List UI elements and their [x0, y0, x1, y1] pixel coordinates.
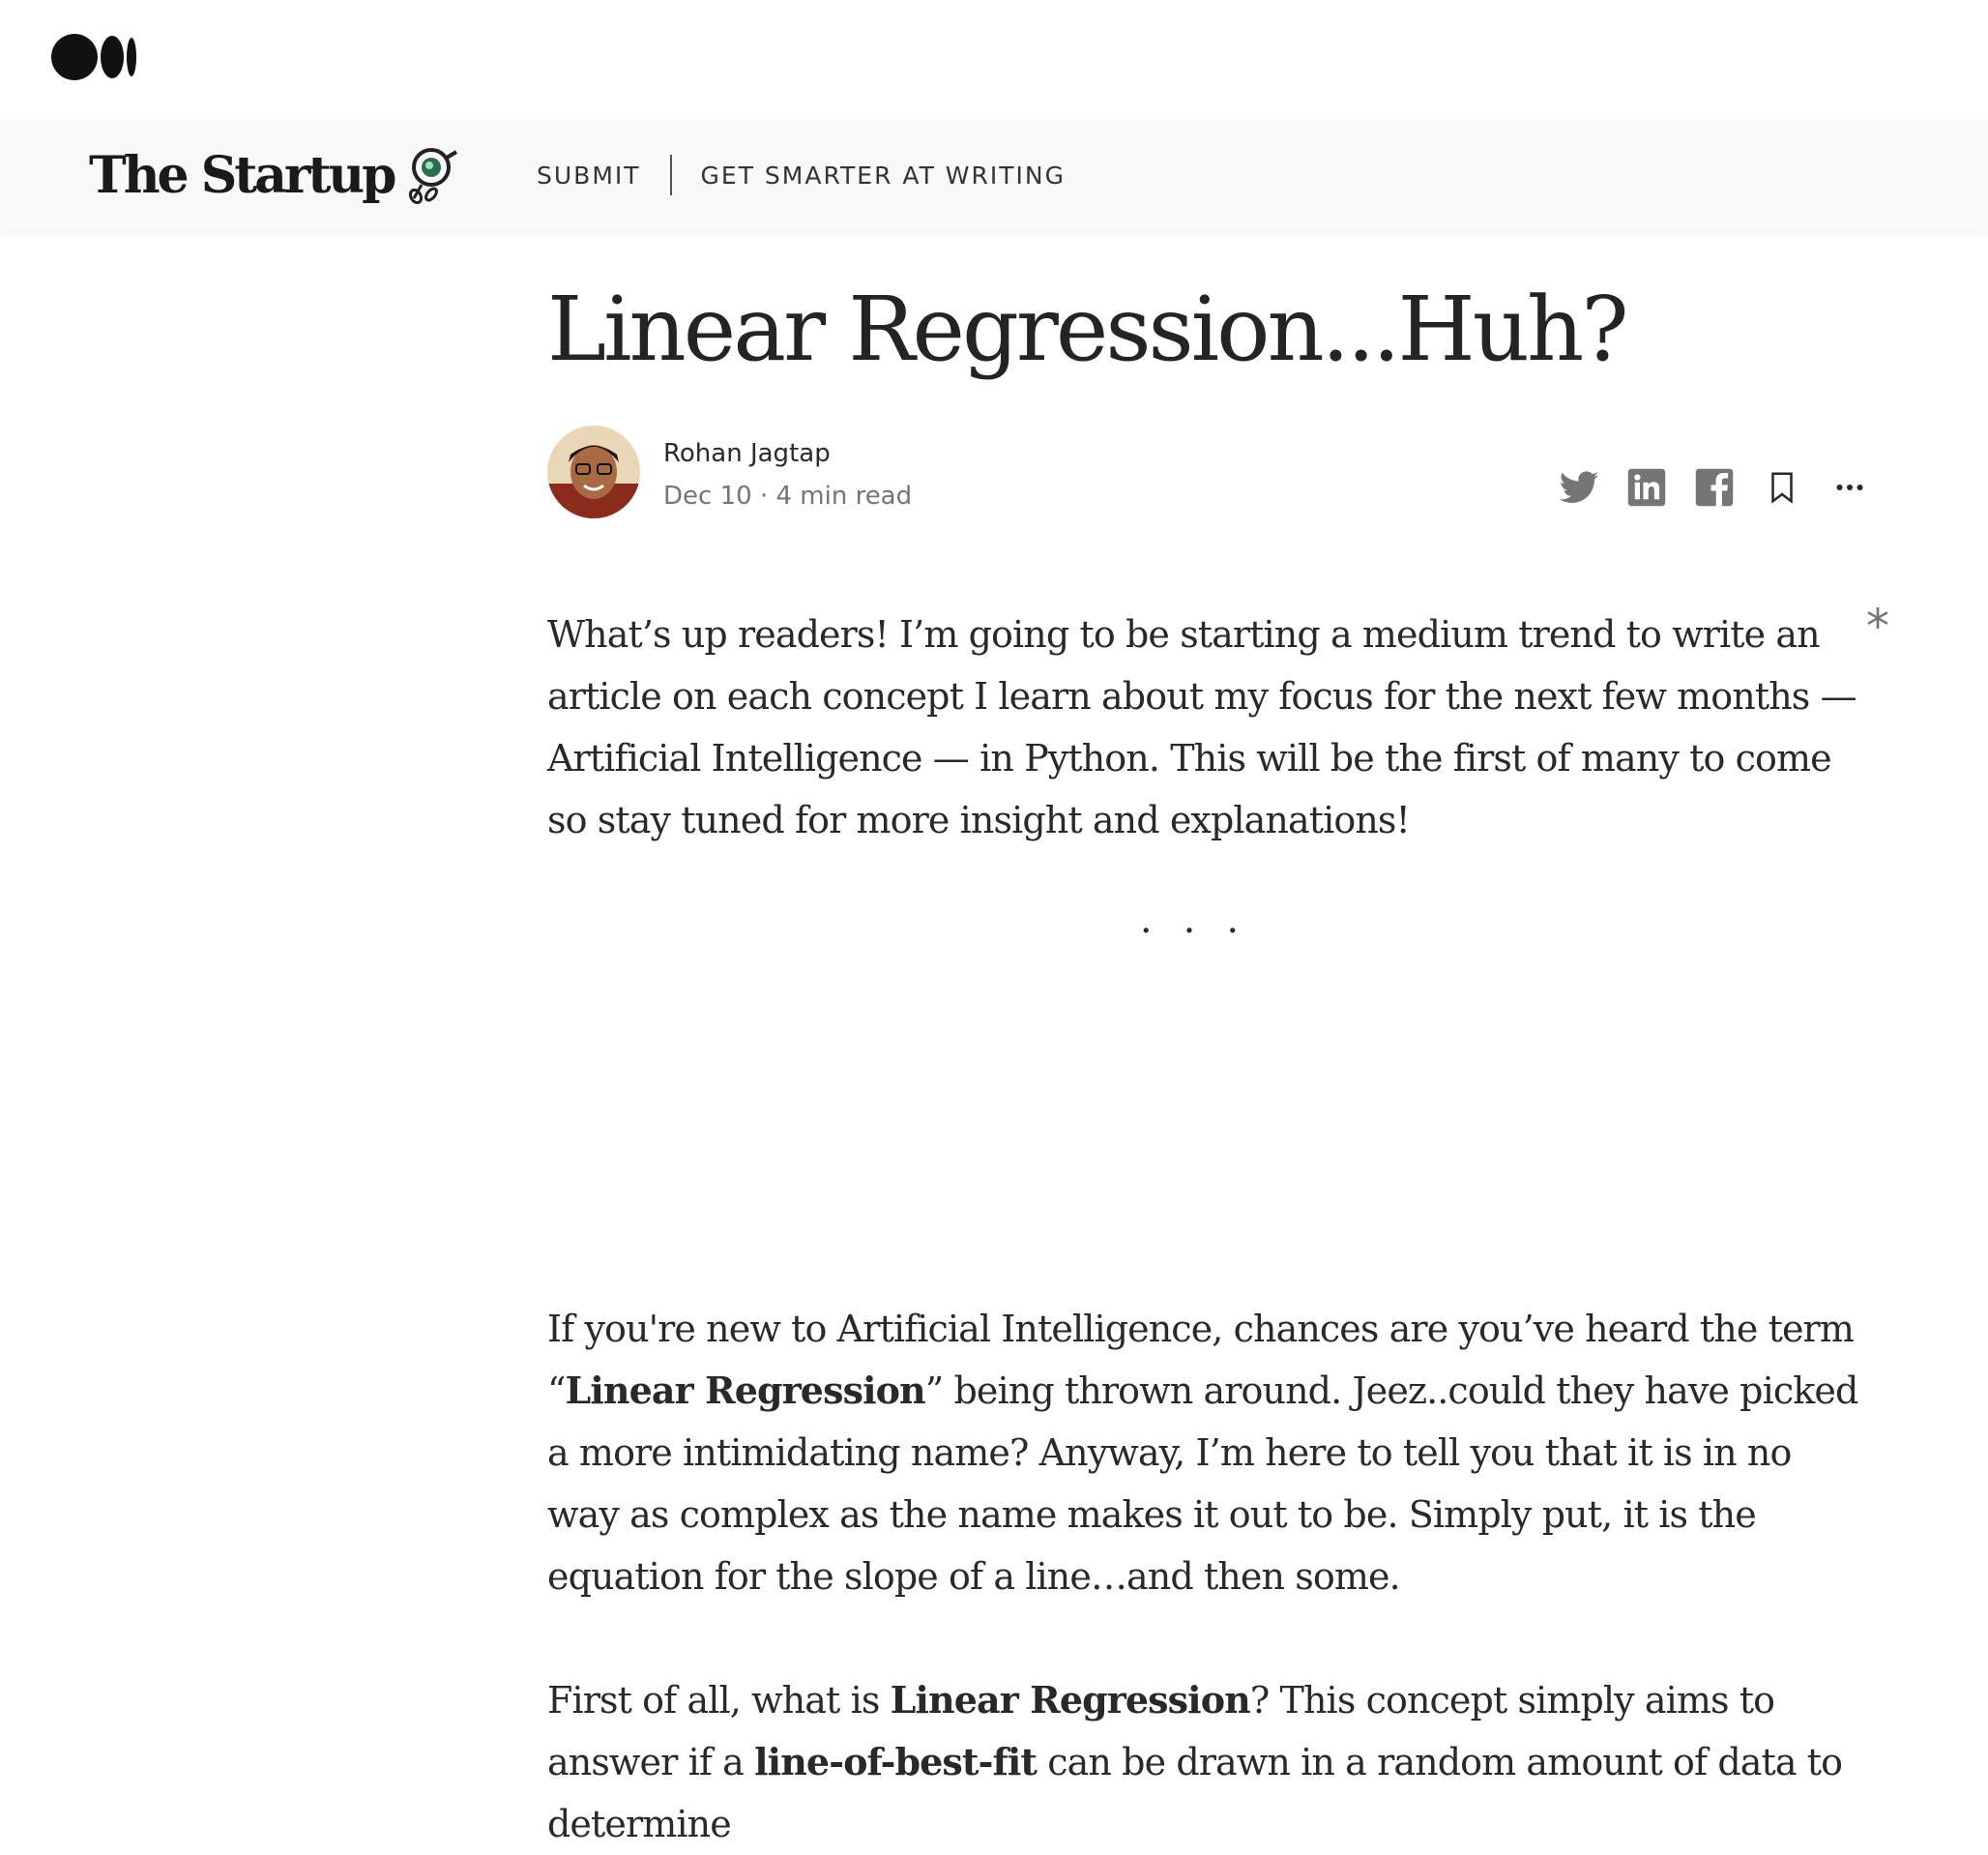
publication-logo[interactable]: The Startup: [89, 141, 464, 209]
facebook-icon[interactable]: [1692, 465, 1737, 510]
nav-divider: [669, 155, 672, 195]
publication-nav: The Startup SUBMIT GET SMARTER AT WRITIN…: [0, 120, 1988, 230]
asterisk-mark: *: [1866, 600, 1889, 654]
publish-date: Dec 10: [663, 482, 752, 511]
p2-bold-term: Linear Regression: [565, 1369, 926, 1412]
bookmark-icon[interactable]: [1760, 465, 1804, 510]
nav-submit-link[interactable]: SUBMIT: [537, 162, 641, 190]
article-meta: Dec 10 · 4 min read: [663, 482, 912, 511]
twitter-icon[interactable]: [1557, 465, 1601, 510]
startup-mascot-icon: [408, 148, 457, 205]
nav-writing-link[interactable]: GET SMARTER AT WRITING: [701, 162, 1066, 190]
article: Linear Regression...Huh? Rohan Jagtap De…: [547, 230, 1889, 1845]
publication-name: The Startup: [89, 145, 397, 205]
p3-bold-term: Linear Regression: [890, 1678, 1251, 1722]
avatar-icon: [547, 426, 640, 518]
p3-bold-term-2: line-of-best-fit: [754, 1740, 1038, 1783]
more-options-icon[interactable]: [1827, 465, 1872, 510]
author-name[interactable]: Rohan Jagtap: [663, 439, 831, 468]
top-bar: [0, 0, 1988, 120]
read-time: 4 min read: [775, 482, 913, 511]
paragraph-intro: What’s up readers! I’m going to be start…: [547, 613, 1857, 841]
meta-dot: ·: [759, 482, 776, 511]
byline: Rohan Jagtap Dec 10 · 4 min read: [547, 426, 1872, 522]
paragraph-2: If you're new to Artificial Intelligence…: [547, 1298, 1862, 1607]
medium-logo-icon[interactable]: [51, 33, 138, 81]
share-bar: [1534, 464, 1872, 511]
p3-text-a: First of all, what is: [547, 1679, 891, 1722]
nav-links: SUBMIT GET SMARTER AT WRITING: [537, 155, 1066, 195]
article-title: Linear Regression...Huh?: [547, 278, 1629, 381]
linkedin-icon[interactable]: [1624, 465, 1669, 510]
paragraph-3: First of all, what is Linear Regression?…: [547, 1669, 1862, 1855]
section-separator: ...: [1139, 898, 1271, 942]
author-avatar[interactable]: [547, 426, 640, 518]
